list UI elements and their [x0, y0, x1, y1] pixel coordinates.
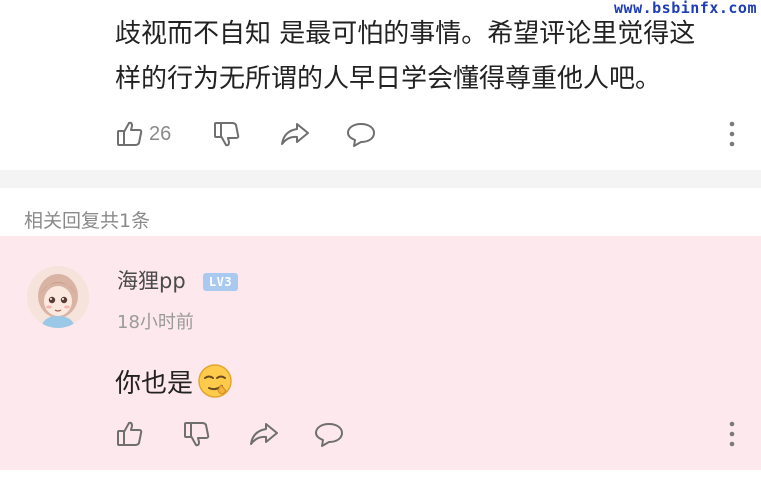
username[interactable]: 海狸pp [117, 268, 186, 294]
reply-text: 你也是 [115, 368, 194, 399]
bottom-strip [0, 470, 761, 500]
share-icon [250, 423, 278, 445]
reply-like-button[interactable] [115, 418, 145, 450]
reply-share-button[interactable] [248, 418, 280, 450]
reply-dislike-button[interactable] [182, 418, 212, 450]
comment-action-bar: 26 [0, 114, 761, 154]
thumbs-up-icon [117, 121, 143, 146]
reply-action-bar [0, 414, 761, 454]
like-button[interactable]: 26 [115, 118, 171, 150]
more-vertical-icon[interactable] [725, 120, 739, 148]
timestamp: 18小时前 [117, 312, 194, 333]
comment-icon [315, 423, 343, 447]
top-comment: 歧视而不自知 是最可怕的事情。希望评论里觉得这 样的行为无所谓的人早日学会懂得尊… [0, 0, 761, 170]
comment-text-line-2: 样的行为无所谓的人早日学会懂得尊重他人吧。 [115, 64, 662, 94]
share-icon [281, 123, 309, 145]
watermark: www.bsbinfx.com [614, 0, 757, 17]
thumbs-down-icon [184, 422, 210, 447]
dislike-button[interactable] [212, 118, 242, 150]
replies-header: 相关回复共1条 [24, 210, 151, 232]
thumbs-down-icon [214, 122, 240, 147]
comment-page: 歧视而不自知 是最可怕的事情。希望评论里觉得这 样的行为无所谓的人早日学会懂得尊… [0, 0, 761, 500]
like-count: 26 [149, 122, 172, 145]
more-vertical-icon[interactable] [725, 420, 739, 448]
comment-text: 歧视而不自知 是最可怕的事情。希望评论里觉得这 样的行为无所谓的人早日学会懂得尊… [115, 12, 755, 102]
reply-content: 你也是 [115, 364, 233, 399]
avatar-image [27, 266, 89, 328]
comment-text-line-1: 歧视而不自知 是最可怕的事情。希望评论里觉得这 [115, 19, 696, 49]
reply-comment-button[interactable] [313, 418, 345, 450]
smirk-emoji-icon [198, 364, 232, 398]
share-button[interactable] [279, 118, 311, 150]
section-separator [0, 170, 761, 188]
level-badge: LV3 [203, 273, 238, 291]
reply-item: 海狸pp LV3 18小时前 你也是 [0, 236, 761, 470]
comment-icon [347, 123, 375, 147]
comment-button[interactable] [345, 118, 377, 150]
thumbs-up-icon [117, 421, 143, 446]
avatar[interactable] [27, 266, 89, 328]
